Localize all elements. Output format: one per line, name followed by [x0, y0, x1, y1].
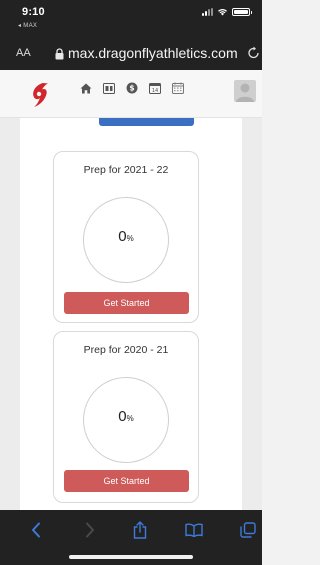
url-text[interactable]: max.dragonflyathletics.com: [68, 45, 238, 61]
progress-unit: %: [126, 234, 134, 243]
progress-value: 0%: [84, 408, 168, 425]
calendar-icon[interactable]: [171, 81, 185, 95]
wifi-icon: [218, 9, 227, 16]
back-to-app-link[interactable]: ◂ MAX: [18, 22, 37, 29]
dragonfly-logo-icon[interactable]: [30, 82, 50, 108]
browser-chrome: 9:10 ◂ MAX AA max.dragonflyathletics.com: [0, 0, 262, 70]
money-icon[interactable]: $: [125, 81, 139, 95]
status-icons: [202, 8, 252, 16]
previous-blue-button[interactable]: [99, 118, 194, 126]
avatar[interactable]: [234, 80, 256, 102]
site-nav: $ 14: [0, 70, 262, 118]
progress-ring: 0%: [83, 197, 169, 283]
svg-text:$: $: [129, 84, 134, 93]
get-started-button[interactable]: Get Started: [64, 292, 189, 314]
bookmarks-icon[interactable]: [185, 521, 203, 539]
home-indicator[interactable]: [69, 555, 193, 559]
get-started-button[interactable]: Get Started: [64, 470, 189, 492]
progress-number: 0: [118, 408, 127, 425]
progress-value: 0%: [84, 228, 168, 245]
scoreboard-icon[interactable]: [102, 81, 116, 95]
progress-number: 0: [118, 228, 127, 245]
progress-unit: %: [126, 414, 134, 423]
prep-card-2021-22: Prep for 2021 - 22 0% Get Started: [53, 151, 199, 323]
cellular-signal-icon: [202, 8, 213, 16]
share-icon[interactable]: [131, 521, 149, 539]
card-title: Prep for 2021 - 22: [83, 164, 169, 176]
main-content[interactable]: Prep for 2021 - 22 0% Get Started Prep f…: [0, 118, 262, 510]
svg-text:14: 14: [152, 88, 158, 94]
address-bar[interactable]: AA max.dragonflyathletics.com: [0, 42, 262, 66]
lock-icon: [55, 48, 64, 60]
card-title: Prep for 2020 - 21: [83, 344, 169, 356]
home-icon[interactable]: [79, 81, 93, 95]
calendar-day-icon[interactable]: 14: [148, 81, 162, 95]
prep-card-2020-21: Prep for 2020 - 21 0% Get Started: [53, 331, 199, 503]
battery-icon: [232, 8, 252, 16]
back-icon[interactable]: [27, 521, 45, 539]
progress-ring: 0%: [83, 377, 169, 463]
status-bar: 9:10 ◂ MAX: [0, 0, 262, 36]
text-size-button[interactable]: AA: [16, 47, 31, 59]
nav-icon-bar: $ 14: [79, 81, 185, 95]
reload-icon[interactable]: [248, 46, 260, 60]
tabs-icon[interactable]: [239, 521, 257, 539]
status-time: 9:10: [22, 6, 45, 18]
forward-icon[interactable]: [81, 521, 99, 539]
